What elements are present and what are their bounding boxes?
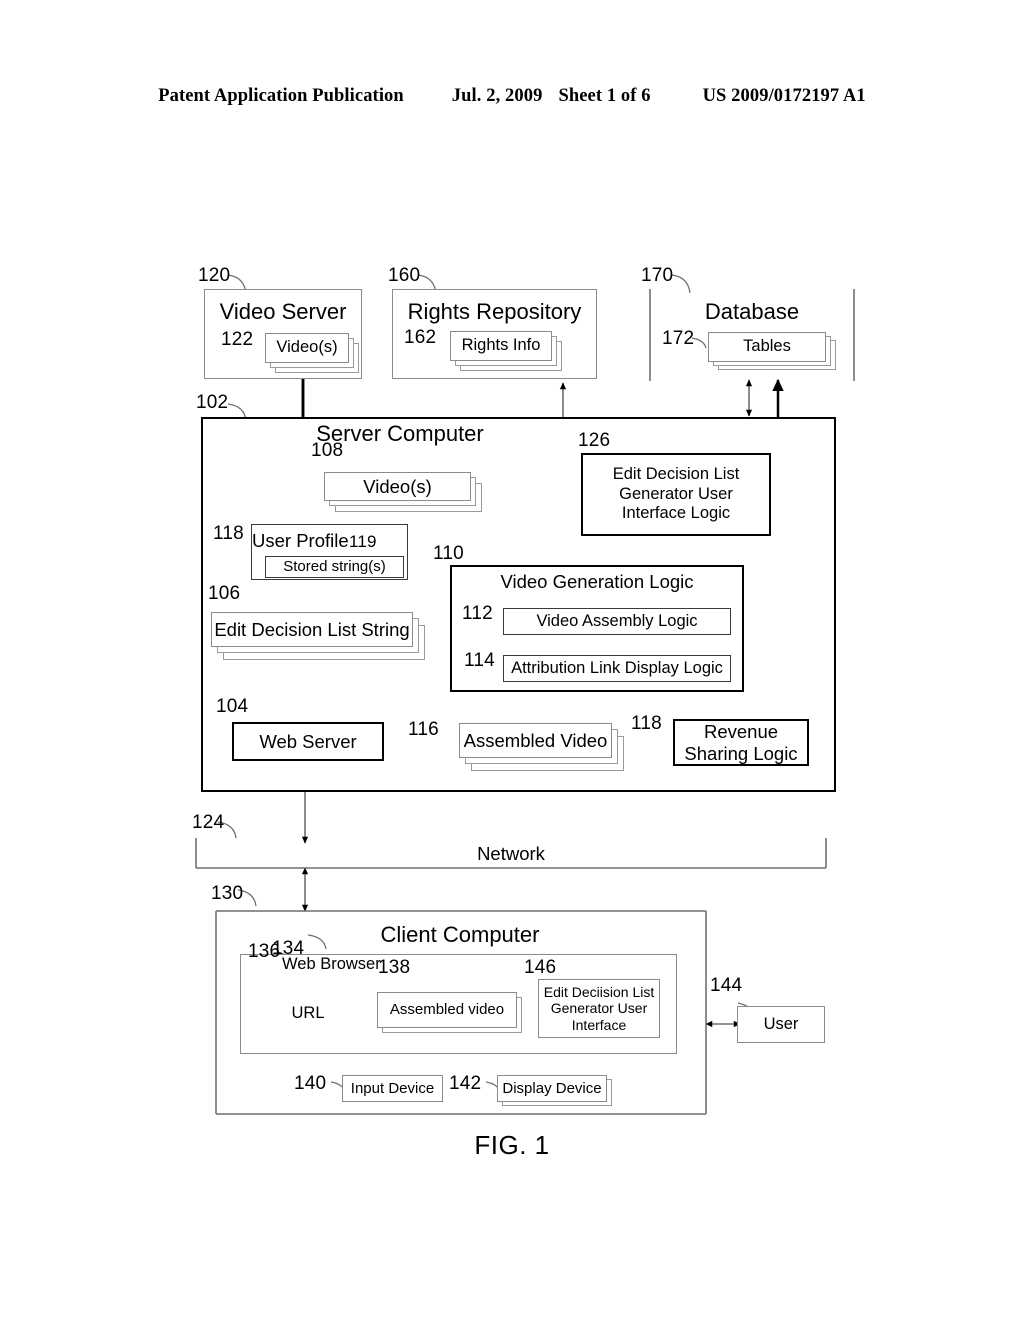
ref-118-user-profile: 118: [213, 523, 244, 544]
rights-info-stack: Rights Info: [450, 331, 562, 373]
ref-140: 140: [294, 1073, 327, 1094]
ref-119: 119: [349, 532, 377, 551]
videos-local-label: Video(s): [363, 475, 432, 497]
web-server-box: Web Server: [232, 722, 384, 761]
user-label: User: [763, 1014, 799, 1033]
ref-146: 146: [524, 957, 557, 978]
ref-118-revenue: 118: [631, 713, 662, 734]
ref-110: 110: [433, 543, 464, 564]
revenue-sharing-logic-label: Revenue Sharing Logic: [684, 720, 798, 764]
attribution-link-logic-box: Attribution Link Display Logic: [503, 655, 731, 682]
ref-130: 130: [211, 883, 244, 904]
ref-144: 144: [710, 975, 743, 996]
ref-170: 170: [641, 265, 674, 286]
ref-160: 160: [388, 265, 421, 286]
ref-112: 112: [462, 603, 493, 624]
display-device-stack: Display Device: [497, 1075, 615, 1108]
edl-generator-ui-label: Edit Deciision List Generator User Inter…: [543, 983, 655, 1033]
input-device-label: Input Device: [350, 1079, 435, 1097]
ref-102: 102: [196, 392, 229, 413]
ref-106: 106: [208, 583, 241, 604]
figure-caption: FIG. 1: [474, 1130, 550, 1160]
assembled-video-client-label: Assembled video: [389, 1001, 505, 1019]
ref-138: 138: [378, 957, 411, 978]
assembled-video-label: Assembled Video: [463, 729, 608, 751]
ref-116: 116: [408, 719, 439, 740]
ref-114: 114: [464, 650, 495, 671]
stored-strings-box: Stored string(s): [265, 556, 404, 578]
assembled-video-client-stack: Assembled video: [377, 992, 526, 1037]
attribution-link-logic-label: Attribution Link Display Logic: [511, 658, 723, 677]
ref-126: 126: [578, 430, 611, 451]
user-profile-label: User Profile: [252, 530, 349, 551]
edl-generator-ui-logic-box: Edit Decision List Generator User Interf…: [581, 453, 771, 536]
ref-142: 142: [449, 1073, 482, 1094]
edl-string-stack: Edit Decision List String: [211, 612, 426, 662]
video-assembly-logic-box: Video Assembly Logic: [503, 608, 731, 635]
video-generation-logic-title: Video Generation Logic: [500, 571, 694, 592]
input-device-box: Input Device: [342, 1075, 443, 1102]
client-computer-title: Client Computer: [380, 922, 540, 947]
network-label: Network: [477, 843, 545, 864]
video-server-title: Video Server: [219, 299, 347, 324]
display-device-label: Display Device: [502, 1079, 602, 1097]
edl-generator-ui-box: Edit Deciision List Generator User Inter…: [538, 979, 660, 1038]
ref-136: 136: [248, 941, 281, 962]
ref-104: 104: [216, 696, 249, 717]
videos-source-label: Video(s): [276, 338, 338, 357]
videos-source-stack: Video(s): [265, 333, 359, 373]
video-assembly-logic-label: Video Assembly Logic: [536, 611, 698, 630]
patent-figure-1: Video Server 120 Video(s) 122 Rights Rep…: [0, 0, 1024, 1320]
rights-info-label: Rights Info: [461, 336, 541, 355]
database-title: Database: [704, 299, 800, 324]
edl-string-label: Edit Decision List String: [214, 618, 410, 640]
assembled-video-stack: Assembled Video: [459, 723, 625, 773]
tables-label: Tables: [743, 337, 791, 356]
ref-108: 108: [311, 440, 344, 461]
url-label: URL: [291, 1004, 325, 1022]
ref-122: 122: [221, 329, 254, 350]
stored-strings-label: Stored string(s): [283, 558, 386, 576]
web-server-label: Web Server: [259, 730, 357, 752]
user-box: User: [737, 1006, 825, 1043]
rights-repository-title: Rights Repository: [407, 299, 582, 324]
ref-124: 124: [192, 812, 225, 833]
edl-generator-ui-logic-label: Edit Decision List Generator User Interf…: [612, 465, 740, 523]
tables-stack: Tables: [708, 332, 838, 374]
videos-local-stack: Video(s): [324, 472, 484, 512]
revenue-sharing-logic-box: Revenue Sharing Logic: [673, 719, 809, 766]
ref-172: 172: [662, 328, 695, 349]
ref-120: 120: [198, 265, 231, 286]
ref-162: 162: [404, 327, 437, 348]
